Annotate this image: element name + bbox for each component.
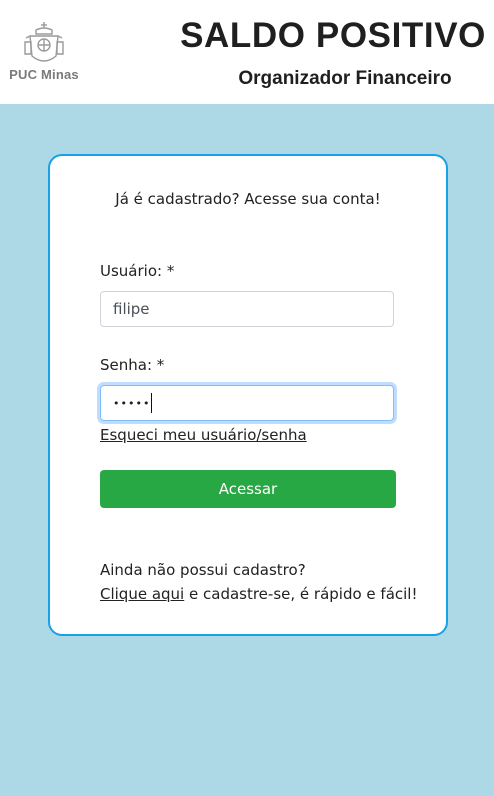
password-label: Senha: * bbox=[100, 356, 165, 374]
puc-minas-crest-icon bbox=[24, 22, 64, 62]
header: PUC Minas SALDO POSITIVO Organizador Fin… bbox=[0, 0, 494, 104]
signup-line: Clique aqui e cadastre-se, é rápido e fá… bbox=[100, 582, 420, 606]
username-input[interactable]: filipe bbox=[100, 291, 394, 327]
signup-section: Ainda não possui cadastro? Clique aqui e… bbox=[100, 558, 420, 606]
signup-link[interactable]: Clique aqui bbox=[100, 585, 184, 603]
app-subtitle: Organizador Financeiro bbox=[238, 68, 452, 89]
username-value: filipe bbox=[113, 300, 150, 318]
password-value: ••••• bbox=[113, 396, 151, 410]
password-input[interactable]: ••••• bbox=[100, 385, 394, 421]
forgot-credentials-link[interactable]: Esqueci meu usuário/senha bbox=[100, 426, 307, 444]
puc-minas-logo: PUC Minas bbox=[8, 18, 80, 88]
login-intro: Já é cadastrado? Acesse sua conta! bbox=[115, 190, 381, 208]
username-label: Usuário: * bbox=[100, 262, 175, 280]
logo-text: PUC Minas bbox=[9, 67, 79, 82]
app-title: SALDO POSITIVO bbox=[180, 16, 486, 55]
signup-prompt: Ainda não possui cadastro? bbox=[100, 561, 306, 579]
text-caret bbox=[151, 393, 153, 413]
login-card: Já é cadastrado? Acesse sua conta! Usuár… bbox=[48, 154, 448, 636]
login-button[interactable]: Acessar bbox=[100, 470, 396, 508]
signup-text: e cadastre-se, é rápido e fácil! bbox=[184, 585, 418, 603]
